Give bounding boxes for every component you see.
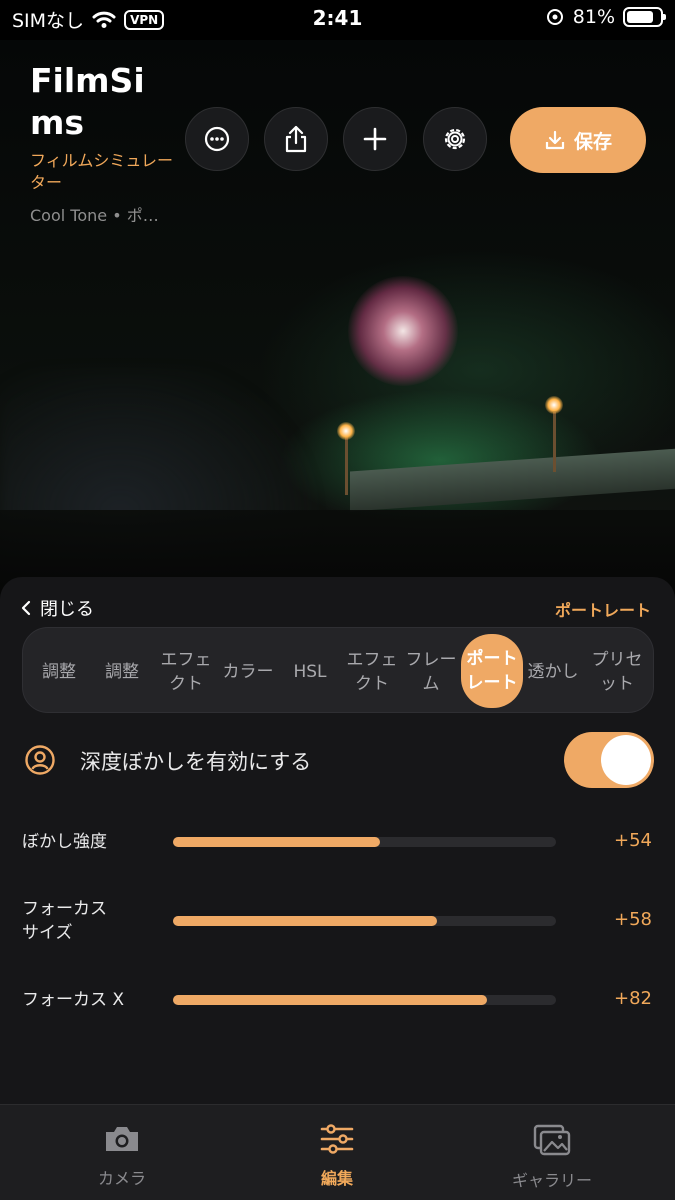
tab-effect[interactable]: エフェクト: [155, 646, 217, 698]
download-icon: [545, 130, 565, 150]
depth-blur-toggle-row: 深度ぼかしを有効にする: [24, 732, 654, 788]
tab-watermark[interactable]: 透かし: [525, 646, 581, 698]
depth-blur-switch[interactable]: [564, 732, 654, 788]
camera-icon: [106, 1127, 138, 1151]
photo-lamp-pole: [345, 435, 348, 495]
slider-label: フォーカス X: [22, 990, 125, 1010]
close-button[interactable]: 閉じる: [20, 595, 94, 621]
tab-label: プリセット: [591, 650, 643, 694]
nav-edit[interactable]: 編集: [262, 1123, 412, 1189]
tab-label: フレーム: [405, 650, 457, 694]
tab-label: エフェクト: [346, 650, 398, 694]
nav-label: 編集: [320, 1169, 353, 1188]
battery-percent: 81%: [572, 6, 615, 28]
switch-knob: [601, 735, 651, 785]
slider-fill: [173, 916, 438, 926]
sliders-icon: [320, 1124, 354, 1154]
tab-preset[interactable]: プリセット: [585, 646, 649, 698]
tab-label: カラー: [222, 662, 274, 682]
app-subtitle: フィルムシミュレーター: [30, 151, 174, 192]
photo-firework: [348, 276, 458, 386]
plus-icon: [363, 127, 387, 151]
close-label: 閉じる: [40, 599, 94, 620]
slider-value: +54: [614, 830, 652, 851]
slider-label: フォーカスサイズ: [22, 899, 107, 943]
chevron-left-icon: [21, 600, 31, 616]
save-button[interactable]: 保存: [510, 107, 646, 173]
slider-track[interactable]: [173, 837, 556, 847]
gallery-icon: [533, 1124, 571, 1156]
tab-label: エフェクト: [160, 650, 212, 694]
slider-blur-strength: ぼかし強度 +54: [22, 827, 654, 857]
tab-hsl[interactable]: HSL: [279, 646, 341, 698]
slider-fill: [173, 995, 488, 1005]
slider-focus-x: フォーカス X +82: [22, 985, 654, 1015]
tab-color[interactable]: カラー: [217, 646, 279, 698]
nav-gallery[interactable]: ギャラリー: [477, 1123, 627, 1191]
tab-effect-2[interactable]: エフェクト: [341, 646, 403, 698]
add-button[interactable]: [343, 107, 407, 171]
tab-frame[interactable]: フレーム: [401, 646, 461, 698]
slider-track[interactable]: [173, 916, 556, 926]
photo-lamp: [545, 396, 563, 414]
tab-portrait[interactable]: ポートレート: [461, 634, 523, 708]
depth-blur-label: 深度ぼかしを有効にする: [80, 750, 312, 774]
tab-label: ポートレート: [466, 649, 518, 693]
nav-label: ギャラリー: [511, 1171, 592, 1190]
photo-lamp: [337, 422, 355, 440]
more-icon: [204, 126, 230, 152]
status-bar: SIMなし VPN 2:41 81%: [0, 0, 675, 40]
tab-adjust[interactable]: 調整: [29, 646, 89, 698]
status-right: 81%: [545, 6, 666, 28]
tool-tab-bar: 調整 調整 エフェクト カラー HSL エフェクト フレーム ポートレート 透か…: [22, 627, 654, 713]
tab-label: 調整: [105, 662, 139, 682]
slider-fill: [173, 837, 380, 847]
share-button[interactable]: [264, 107, 328, 171]
person-circle-icon: [25, 745, 55, 775]
slider-track[interactable]: [173, 995, 556, 1005]
save-label: 保存: [573, 130, 612, 153]
tab-label: 調整: [42, 662, 76, 682]
orientation-lock-icon: [546, 9, 563, 25]
tab-label: 透かし: [527, 662, 579, 682]
bottom-nav: カメラ 編集 ギャラリー: [0, 1104, 675, 1200]
app-title: FilmSims: [30, 61, 145, 142]
slider-focus-size: フォーカスサイズ +58: [22, 897, 654, 945]
battery-icon: [623, 7, 666, 27]
nav-label: カメラ: [97, 1169, 146, 1188]
slider-value: +82: [614, 988, 652, 1009]
nav-camera[interactable]: カメラ: [47, 1123, 197, 1189]
settings-button[interactable]: [423, 107, 487, 171]
preset-description: Cool Tone • ポ…: [30, 206, 159, 225]
slider-value: +58: [614, 909, 652, 930]
tab-adjust-2[interactable]: 調整: [91, 646, 153, 698]
gear-icon: [444, 128, 466, 150]
edit-panel: 閉じる ポートレート 調整 調整 エフェクト カラー HSL エフェクト フレー…: [0, 577, 675, 1104]
photo-lamp-pole: [553, 412, 556, 472]
slider-label: ぼかし強度: [22, 832, 107, 852]
photo-bridge: [350, 448, 675, 512]
more-button[interactable]: [185, 107, 249, 171]
current-mode-label: ポートレート: [554, 601, 651, 620]
share-icon: [285, 125, 307, 153]
tab-label: HSL: [293, 662, 327, 682]
